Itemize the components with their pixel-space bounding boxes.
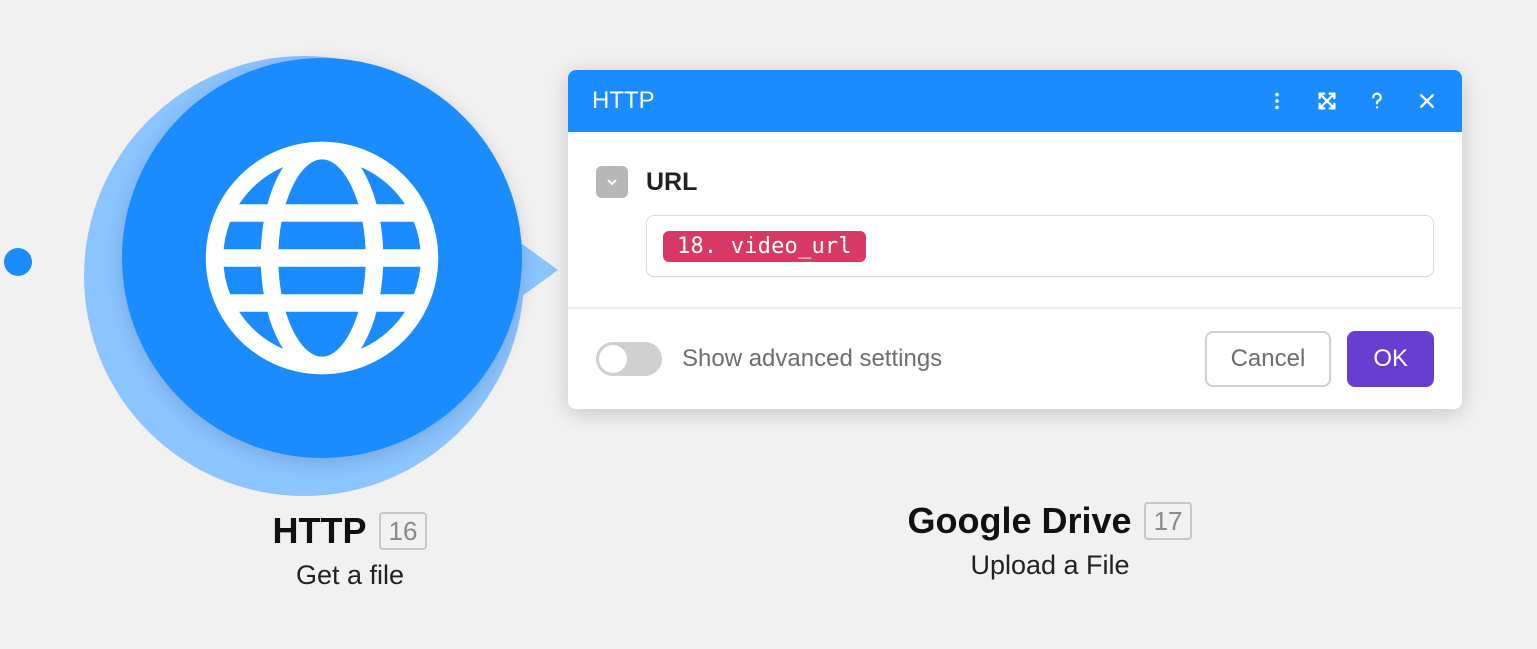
close-icon[interactable] — [1416, 90, 1438, 112]
gdrive-module-id-badge: 17 — [1144, 502, 1193, 540]
http-module-id-badge: 16 — [379, 512, 428, 550]
canvas-edge-dot — [4, 248, 32, 276]
toggle-knob — [599, 345, 627, 373]
http-module-subtitle: Get a file — [210, 560, 490, 591]
collapse-toggle[interactable] — [596, 166, 628, 198]
help-icon[interactable] — [1366, 90, 1388, 112]
ok-button[interactable]: OK — [1347, 331, 1434, 387]
url-input[interactable]: 18. video_url — [646, 215, 1434, 277]
expand-icon[interactable] — [1316, 90, 1338, 112]
gdrive-module-label: Google Drive 17 Upload a File — [780, 500, 1320, 581]
url-field-label: URL — [646, 168, 1434, 197]
gdrive-module-subtitle: Upload a File — [780, 550, 1320, 581]
dialog-title: HTTP — [592, 87, 1266, 115]
http-config-dialog: HTTP — [568, 70, 1462, 409]
dialog-titlebar: HTTP — [568, 70, 1462, 132]
variable-pill[interactable]: 18. video_url — [663, 231, 866, 262]
http-module-label: HTTP 16 Get a file — [210, 510, 490, 591]
cancel-button[interactable]: Cancel — [1205, 331, 1332, 387]
gdrive-module-name: Google Drive — [908, 500, 1132, 542]
http-module-name: HTTP — [273, 510, 367, 552]
more-icon[interactable] — [1266, 90, 1288, 112]
advanced-settings-toggle[interactable] — [596, 342, 662, 376]
globe-icon — [197, 133, 447, 383]
http-module-disk[interactable] — [122, 58, 522, 458]
advanced-settings-label: Show advanced settings — [682, 345, 1205, 373]
